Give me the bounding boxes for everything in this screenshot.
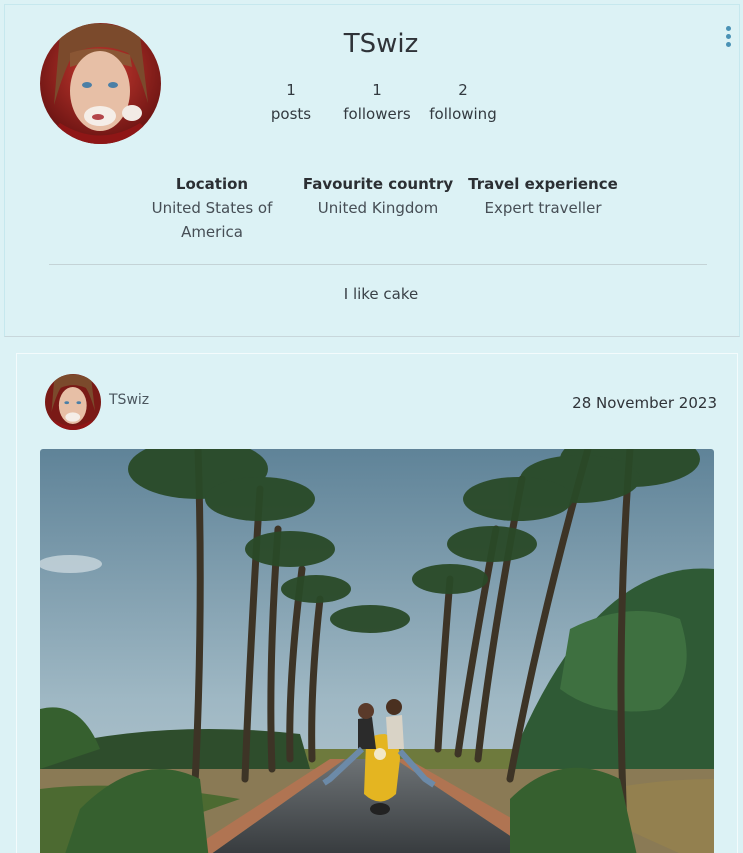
- kebab-menu-icon[interactable]: [723, 26, 733, 52]
- stat-following[interactable]: 2 following: [418, 78, 508, 126]
- post-card[interactable]: TSwiz 28 November 2023: [16, 353, 738, 853]
- stat-followers-count: 1: [372, 81, 382, 99]
- menu-dot: [725, 26, 731, 31]
- post-author-avatar[interactable]: [45, 374, 101, 430]
- stat-following-label: following: [429, 105, 497, 123]
- post-photo[interactable]: [40, 449, 714, 853]
- detail-favourite-country: Favourite country United Kingdom: [293, 172, 463, 220]
- detail-favourite-country-value: United Kingdom: [317, 199, 439, 217]
- detail-travel-experience-value: Expert traveller: [484, 199, 602, 217]
- stat-posts[interactable]: 1 posts: [246, 78, 336, 126]
- detail-travel-experience: Travel experience Expert traveller: [458, 172, 628, 220]
- profile-header: TSwiz 1 posts 1 followers 2 following Lo…: [4, 4, 740, 337]
- detail-location: Location United States of America: [127, 172, 297, 244]
- detail-travel-experience-label: Travel experience: [468, 175, 618, 193]
- stat-followers-label: followers: [343, 105, 411, 123]
- menu-dot: [725, 42, 731, 47]
- stat-posts-label: posts: [270, 105, 312, 123]
- profile-page: TSwiz 1 posts 1 followers 2 following Lo…: [0, 0, 743, 853]
- profile-bio: I like cake: [343, 285, 419, 303]
- stat-following-count: 2: [458, 81, 468, 99]
- detail-favourite-country-label: Favourite country: [302, 175, 454, 193]
- post-date: 28 November 2023: [572, 394, 717, 412]
- stat-posts-count: 1: [286, 81, 296, 99]
- post-author-name[interactable]: TSwiz: [109, 392, 149, 408]
- menu-dot: [725, 34, 731, 39]
- profile-divider: [49, 264, 707, 265]
- detail-location-label: Location: [175, 175, 249, 193]
- detail-location-value: United States of America: [151, 199, 273, 241]
- post-photo-scene: [40, 449, 714, 853]
- stat-followers[interactable]: 1 followers: [332, 78, 422, 126]
- profile-username: TSwiz: [343, 29, 419, 59]
